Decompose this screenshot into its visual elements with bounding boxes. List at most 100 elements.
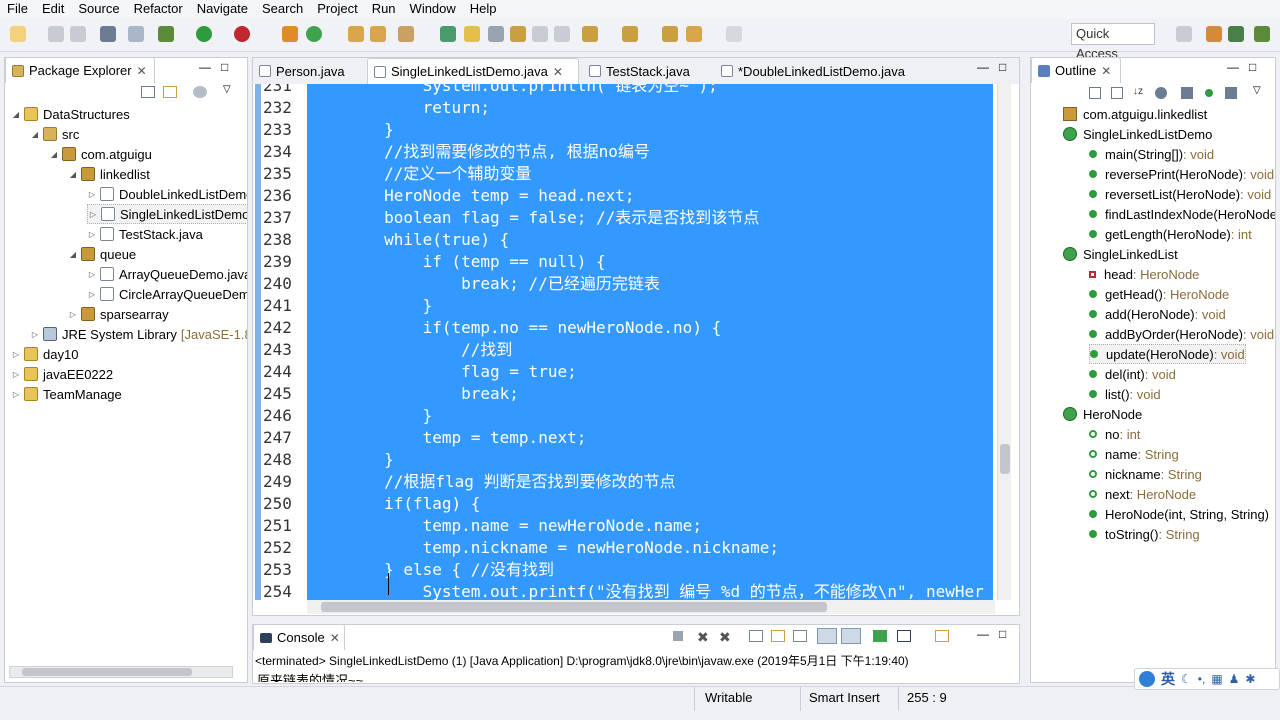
outline-item[interactable]: nickname : String xyxy=(1089,464,1202,484)
terminal-icon[interactable] xyxy=(100,26,116,42)
pin-console-icon[interactable] xyxy=(873,630,887,642)
next-annotation-icon[interactable] xyxy=(582,26,598,42)
outline-item[interactable]: list() : void xyxy=(1089,384,1161,404)
outline-item[interactable]: reversePrint(HeroNode) : void xyxy=(1089,164,1274,184)
editor-tab[interactable]: Person.java xyxy=(253,58,365,84)
new-icon[interactable] xyxy=(10,26,26,42)
expand-arrow-icon[interactable]: ▷ xyxy=(88,210,98,219)
punctuation-icon[interactable]: •, xyxy=(1198,672,1206,686)
clear-console-icon[interactable] xyxy=(749,630,763,642)
outline-item[interactable]: no : int xyxy=(1089,424,1140,444)
java-ee-perspective-icon[interactable] xyxy=(1206,26,1222,42)
display-console-icon[interactable] xyxy=(897,630,911,642)
menu-item[interactable]: Help xyxy=(463,1,504,17)
hide-local-types-icon[interactable] xyxy=(1225,87,1237,99)
outline-item[interactable]: SingleLinkedListDemo xyxy=(1063,124,1212,144)
editor-tab[interactable]: SingleLinkedListDemo.java ✕ xyxy=(367,58,579,84)
outline-item[interactable]: HeroNode xyxy=(1063,404,1142,424)
outline-item[interactable]: main(String[]) : void xyxy=(1089,144,1214,164)
outline-item[interactable]: reversetList(HeroNode) : void xyxy=(1089,184,1271,204)
collapse-arrow-icon[interactable]: ◢ xyxy=(68,170,78,179)
expand-arrow-icon[interactable]: ▷ xyxy=(68,310,78,319)
sort-alpha-icon[interactable]: ↓z xyxy=(1133,86,1143,97)
horizontal-scrollbar[interactable] xyxy=(307,600,995,614)
view-menu-icon[interactable]: ▽ xyxy=(223,84,231,95)
expand-arrow-icon[interactable]: ▷ xyxy=(30,330,40,339)
external-tools-icon[interactable] xyxy=(282,26,298,42)
open-type-icon[interactable] xyxy=(348,26,364,42)
coverage-icon[interactable] xyxy=(234,26,250,42)
collapse-arrow-icon[interactable]: ◢ xyxy=(30,130,40,139)
show-on-stdout-icon[interactable] xyxy=(817,628,837,644)
tree-item[interactable]: ◢ queue xyxy=(68,244,136,264)
menu-item[interactable]: Run xyxy=(365,1,403,17)
person-icon[interactable]: ♟ xyxy=(1229,672,1240,686)
minimize-icon[interactable]: — xyxy=(1227,60,1239,74)
sort-icon[interactable] xyxy=(1111,87,1123,99)
outline-item[interactable]: getHead() : HeroNode xyxy=(1089,284,1229,304)
skin-icon[interactable]: ✱ xyxy=(1245,672,1255,686)
moon-icon[interactable]: ☾ xyxy=(1181,672,1192,686)
menu-item[interactable]: File xyxy=(0,1,35,17)
close-icon[interactable]: ✕ xyxy=(330,631,340,645)
minimize-icon[interactable]: — xyxy=(977,60,989,74)
collapse-arrow-icon[interactable]: ◢ xyxy=(49,150,59,159)
keyboard-icon[interactable]: ▦ xyxy=(1211,672,1222,686)
tree-item[interactable]: ▷ DoubleLinkedListDemo.java xyxy=(87,184,247,204)
open-console-icon[interactable] xyxy=(935,630,949,642)
menu-item[interactable]: Edit xyxy=(35,1,71,17)
prev-annotation-icon[interactable] xyxy=(622,26,638,42)
outline-item[interactable]: head : HeroNode xyxy=(1089,264,1199,284)
show-whitespace-icon[interactable] xyxy=(510,26,526,42)
maximize-icon[interactable]: □ xyxy=(999,60,1006,74)
tree-item[interactable]: ◢ linkedlist xyxy=(68,164,150,184)
forward-icon[interactable] xyxy=(726,26,742,42)
hide-static-icon[interactable] xyxy=(1181,87,1193,99)
scrollbar-thumb[interactable] xyxy=(1000,444,1010,474)
expand-arrow-icon[interactable]: ▷ xyxy=(11,390,21,399)
java-perspective-icon[interactable] xyxy=(1228,26,1244,42)
editor-tab[interactable]: *DoubleLinkedListDemo.java xyxy=(715,58,905,84)
maximize-icon[interactable]: □ xyxy=(1249,60,1256,74)
view-menu-icon[interactable]: ▽ xyxy=(1253,85,1261,96)
run-icon[interactable] xyxy=(196,26,212,42)
debug-icon[interactable] xyxy=(158,26,174,42)
paragraph-icon[interactable] xyxy=(554,26,570,42)
link-editor-icon[interactable] xyxy=(163,86,177,98)
outline-item[interactable]: update(HeroNode) : void xyxy=(1089,344,1246,364)
tree-item[interactable]: ▷ TeamManage xyxy=(11,384,122,404)
scroll-lock-icon[interactable] xyxy=(771,630,785,642)
maximize-icon[interactable]: □ xyxy=(999,627,1006,641)
package-explorer-tab[interactable]: Package Explorer ✕ xyxy=(5,57,155,83)
tree-item[interactable]: ▷ JRE System Library[JavaSE-1.8] xyxy=(30,324,247,344)
scrollbar-thumb[interactable] xyxy=(22,668,192,676)
tree-item[interactable]: ◢ DataStructures xyxy=(11,104,130,124)
remove-launch-icon[interactable]: ✖ xyxy=(697,629,709,646)
close-icon[interactable]: ✕ xyxy=(553,65,563,79)
collapse-all-icon[interactable] xyxy=(1089,87,1101,99)
open-perspective-icon[interactable] xyxy=(1176,26,1192,42)
minimize-icon[interactable]: — xyxy=(199,60,211,74)
ime-language[interactable]: 英 xyxy=(1161,669,1175,689)
editor-tab[interactable]: TestStack.java xyxy=(583,58,713,84)
quick-access-input[interactable]: Quick Access xyxy=(1071,23,1155,61)
new-class-icon[interactable] xyxy=(306,26,322,42)
tree-item[interactable]: ▷ javaEE0222 xyxy=(11,364,113,384)
menu-item[interactable]: Refactor xyxy=(127,1,190,17)
block-select-icon[interactable] xyxy=(532,26,548,42)
ime-toolbar[interactable]: 英 ☾ •, ▦ ♟ ✱ xyxy=(1134,668,1280,690)
tree-item[interactable]: ▷ sparsearray xyxy=(68,304,169,324)
close-icon[interactable]: ✕ xyxy=(137,64,147,78)
expand-arrow-icon[interactable]: ▷ xyxy=(87,270,97,279)
word-wrap-icon[interactable] xyxy=(793,630,807,642)
expand-arrow-icon[interactable]: ▷ xyxy=(87,190,97,199)
expand-arrow-icon[interactable]: ▷ xyxy=(11,350,21,359)
outline-tab[interactable]: Outline ✕ xyxy=(1031,57,1121,83)
tree-item[interactable]: ▷ day10 xyxy=(11,344,79,364)
tree-item[interactable]: ◢ com.atguigu xyxy=(49,144,152,164)
hide-fields-icon[interactable] xyxy=(1155,87,1167,99)
tree-item[interactable]: ▷ CircleArrayQueueDemo.java xyxy=(87,284,247,304)
outline-item[interactable]: findLastIndexNode(HeroNode, int) xyxy=(1089,204,1275,224)
outline-item[interactable]: next : HeroNode xyxy=(1089,484,1196,504)
outline-item[interactable]: del(int) : void xyxy=(1089,364,1176,384)
